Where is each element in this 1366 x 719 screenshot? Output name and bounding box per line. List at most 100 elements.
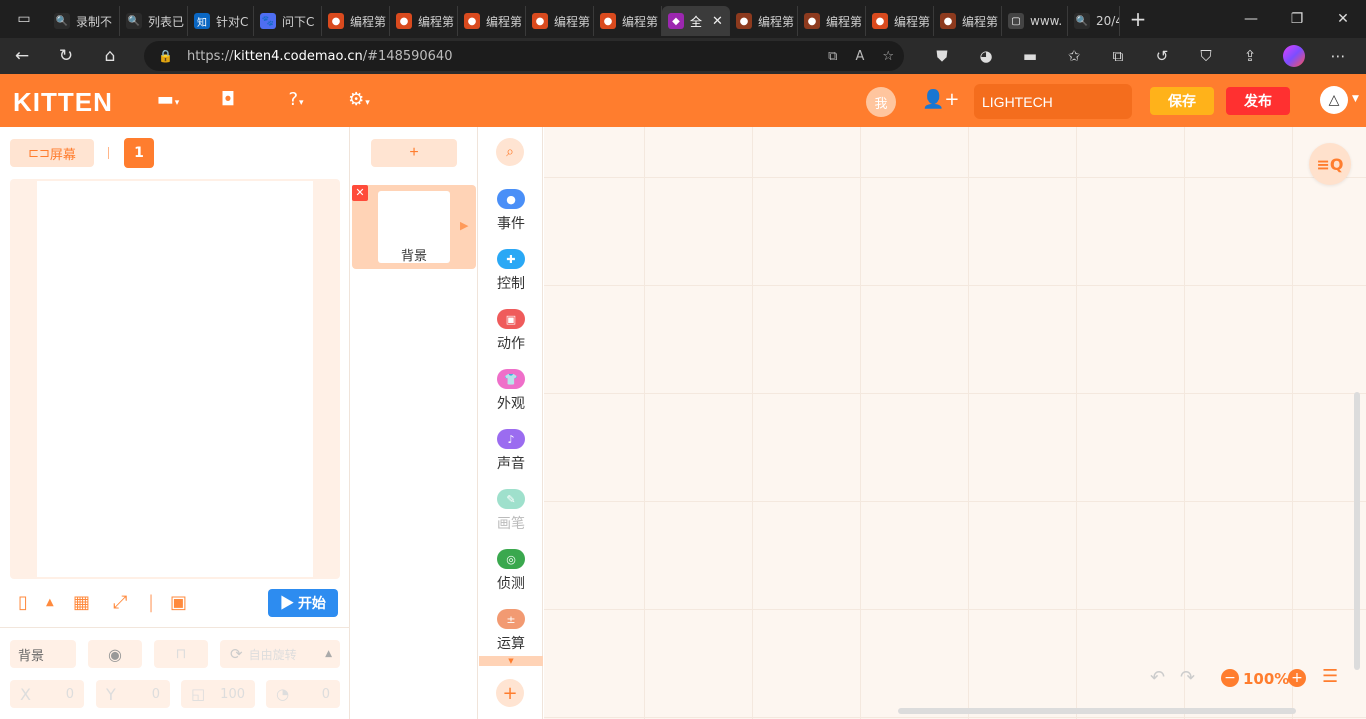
publish-button[interactable]: 发布	[1226, 87, 1290, 115]
zoom-out-button[interactable]: −	[1221, 669, 1239, 687]
refresh-icon[interactable]: ↻	[44, 46, 88, 66]
close-window-icon[interactable]: ✕	[1320, 11, 1366, 27]
back-icon[interactable]: ←	[0, 46, 44, 66]
add-favorite-icon[interactable]: ☆	[882, 49, 894, 64]
scene-number[interactable]: 1	[124, 138, 154, 168]
browser-tab[interactable]: ● 编程第	[866, 6, 934, 36]
horizontal-scrollbar[interactable]	[898, 708, 1296, 714]
code-workspace[interactable]: ≡Q ↶ ↷ − 100% + ☰	[544, 127, 1366, 719]
browser-toolbar: ← ↻ ⌂ 🔒 https://kitten4.codemao.cn/#1485…	[0, 38, 1366, 74]
browser-tab[interactable]: ● 编程第	[730, 6, 798, 36]
lock-toggle[interactable]: ⊓	[154, 640, 208, 668]
video-play-icon[interactable]: ▣	[170, 592, 187, 613]
browser-tab[interactable]: ◆ 全 ✕	[662, 6, 730, 36]
chevron-down-icon[interactable]: ▼	[1352, 94, 1359, 104]
screen-button[interactable]: ⊏⊐ 屏幕	[10, 139, 94, 167]
size-field[interactable]: ◱ 100	[181, 680, 255, 708]
delete-icon[interactable]: ✕	[352, 185, 368, 201]
sprite-card[interactable]: 背景 ✕ ▶	[352, 185, 476, 269]
rotation-mode-select[interactable]: ⟳ 自由旋转 ▲	[220, 640, 340, 668]
undo-icon[interactable]: ↶	[1150, 667, 1165, 688]
browser-tab[interactable]: ● 编程第	[458, 6, 526, 36]
browser-essentials-icon[interactable]: ⛉	[1184, 47, 1228, 65]
history-icon[interactable]: ↺	[1140, 47, 1184, 65]
read-aloud-icon[interactable]: A	[855, 49, 864, 64]
add-collaborator-icon[interactable]: 👤+	[922, 89, 960, 110]
direction-field[interactable]: ◔ 0	[266, 680, 340, 708]
collections-icon[interactable]: ⧉	[1096, 47, 1140, 65]
browser-tab[interactable]: 🐾 问下C	[254, 6, 322, 36]
start-button[interactable]: ▶ 开始	[268, 589, 338, 617]
search-icon[interactable]: ⌕	[496, 138, 524, 166]
chevron-right-icon[interactable]: ▶	[460, 219, 468, 232]
browser-tab[interactable]: ● 编程第	[322, 6, 390, 36]
chevron-down-icon[interactable]: ▼	[479, 656, 543, 666]
file-menu-icon[interactable]: ▬▾	[151, 89, 185, 110]
user-avatar[interactable]: 我	[866, 87, 896, 117]
vertical-scrollbar[interactable]	[1354, 392, 1360, 670]
category-label: 控制	[497, 276, 525, 292]
share-icon[interactable]: ⇪	[1228, 47, 1272, 65]
add-sprite-button[interactable]: +	[371, 139, 457, 167]
profile-avatar[interactable]	[1272, 45, 1316, 67]
help-menu-icon[interactable]: ?▾	[279, 89, 313, 110]
browser-tab[interactable]: ● 编程第	[934, 6, 1002, 36]
lock-icon[interactable]: 🔒	[158, 49, 173, 63]
backpack-icon[interactable]: ◘	[211, 89, 245, 110]
browser-tab[interactable]: ● 编程第	[390, 6, 458, 36]
shield-extension-icon[interactable]: ⛊	[920, 47, 964, 65]
browser-tab[interactable]: 🔍 录制不	[48, 6, 120, 36]
browser-tab[interactable]: 知针对C	[188, 6, 254, 36]
stage-orientation-icon[interactable]: ▯	[18, 592, 28, 613]
category-looks[interactable]: 👕 外观	[479, 369, 543, 423]
settings-menu-icon[interactable]: ⚙▾	[342, 89, 376, 110]
browser-tab[interactable]: 🔍 20/40	[1068, 6, 1120, 36]
browser-tab[interactable]: ● 编程第	[798, 6, 866, 36]
browser-tab[interactable]: ● 编程第	[526, 6, 594, 36]
home-icon[interactable]: ⌂	[88, 46, 132, 66]
category-operator[interactable]: ± 运算	[479, 609, 543, 663]
kitten-logo[interactable]: KITTEN	[13, 87, 113, 118]
browser-tab[interactable]: ● 编程第	[594, 6, 662, 36]
block-search-icon[interactable]: ≡Q	[1309, 143, 1351, 185]
category-label: 声音	[497, 456, 525, 472]
minimize-icon[interactable]: —	[1228, 11, 1274, 27]
align-blocks-icon[interactable]: ☰	[1322, 666, 1338, 687]
extension-bar: ⛊ ◕ ▬ ✩ ⧉ ↺ ⛉ ⇪ ⋯	[920, 38, 1360, 74]
open-app-icon[interactable]: ⧉	[828, 49, 837, 64]
new-tab-button[interactable]: +	[1120, 7, 1156, 31]
save-button[interactable]: 保存	[1150, 87, 1214, 115]
category-sound[interactable]: ♪ 声音	[479, 429, 543, 483]
x-position-field[interactable]: X0	[10, 680, 84, 708]
redo-icon[interactable]: ↷	[1180, 667, 1195, 688]
favorites-icon[interactable]: ✩	[1052, 47, 1096, 65]
color-extension-icon[interactable]: ◕	[964, 47, 1008, 65]
add-extension-button[interactable]: +	[496, 679, 524, 707]
stage-canvas[interactable]	[37, 181, 313, 577]
more-menu-icon[interactable]: ⋯	[1316, 47, 1360, 65]
browser-tab[interactable]: 🔍 列表已	[120, 6, 188, 36]
y-position-field[interactable]: Y0	[96, 680, 170, 708]
zoom-in-button[interactable]: +	[1288, 669, 1306, 687]
project-title-input[interactable]	[974, 84, 1132, 119]
tab-actions-icon[interactable]: ▭	[0, 0, 48, 38]
url-host: kitten4.codemao.cn	[233, 48, 363, 64]
category-pen[interactable]: ✎ 画笔	[479, 489, 543, 543]
browser-tab[interactable]: ▢ www.	[1002, 6, 1068, 36]
fullscreen-icon[interactable]: ⤢	[113, 592, 127, 613]
category-sensing[interactable]: ◎ 侦测	[479, 549, 543, 603]
folder-extension-icon[interactable]: ▬	[1008, 47, 1052, 65]
grid-icon[interactable]: ▦	[73, 592, 90, 613]
restore-icon[interactable]: ❐	[1274, 11, 1320, 27]
category-motion[interactable]: ▣ 动作	[479, 309, 543, 363]
category-event[interactable]: ● 事件	[479, 189, 543, 243]
account-icon[interactable]: △	[1320, 86, 1348, 114]
object-name-field[interactable]: 背景	[10, 640, 76, 668]
chevron-up-icon[interactable]: ▲	[46, 597, 54, 608]
visibility-toggle[interactable]: ◉	[88, 640, 142, 668]
category-control[interactable]: ✚ 控制	[479, 249, 543, 303]
close-tab-icon[interactable]: ✕	[712, 14, 723, 29]
looks-icon: 👕	[497, 369, 525, 389]
address-bar[interactable]: 🔒 https://kitten4.codemao.cn/#148590640 …	[144, 41, 904, 71]
tab-title: 编程第	[418, 14, 455, 29]
